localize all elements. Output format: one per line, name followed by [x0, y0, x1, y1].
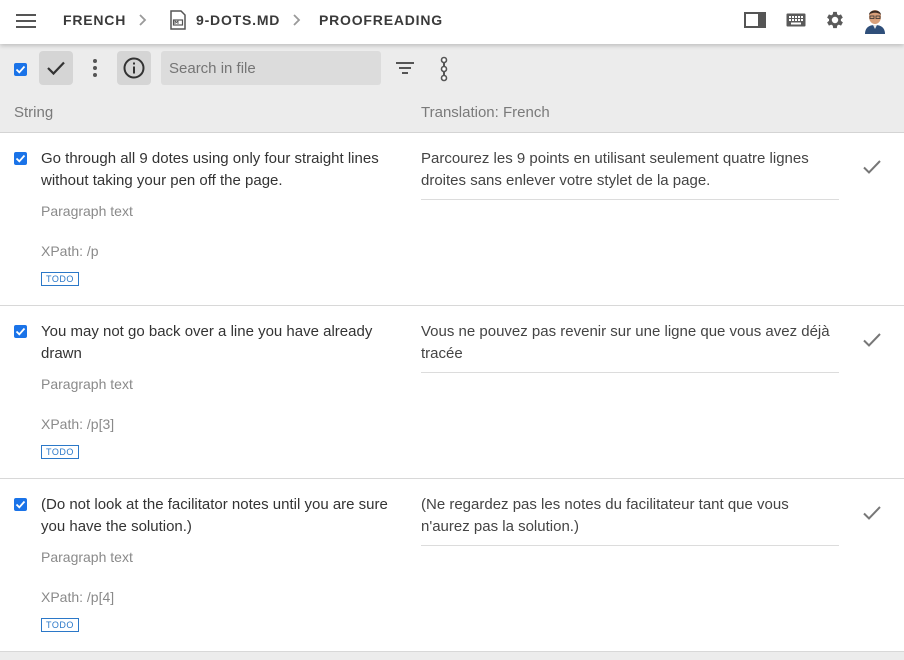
breadcrumb-file[interactable]: 9-DOTS.MD	[196, 12, 280, 28]
info-icon	[123, 57, 145, 79]
xpath-label: XPath: /p	[41, 243, 99, 259]
xpath-label: XPath: /p[4]	[41, 589, 115, 605]
breadcrumb-step[interactable]: PROOFREADING	[319, 12, 443, 28]
markdown-file-icon	[170, 10, 186, 30]
translation-field[interactable]: (Ne regardez pas les notes du facilitate…	[421, 494, 839, 546]
approve-all-button[interactable]	[39, 51, 73, 85]
approve-checkmark-icon[interactable]	[862, 330, 882, 350]
select-all-checkbox[interactable]	[14, 63, 27, 76]
checkmark-icon	[47, 61, 65, 76]
list-bottom-strip	[0, 652, 904, 660]
translation-field[interactable]: Vous ne pouvez pas revenir sur une ligne…	[421, 321, 839, 373]
editor-toolbar	[0, 44, 904, 92]
user-avatar[interactable]	[862, 6, 888, 34]
status-badge: TODO	[41, 618, 79, 632]
status-badge: TODO	[41, 272, 79, 286]
column-header-row: String Translation: French	[0, 92, 904, 133]
top-app-bar: FRENCH 9-DOTS.MD PROOFREADING	[0, 0, 904, 44]
split-segments-icon[interactable]	[436, 56, 452, 82]
hamburger-menu-icon[interactable]	[16, 13, 36, 29]
chevron-right-icon	[293, 14, 301, 26]
row-checkbox[interactable]	[14, 152, 27, 165]
translation-field[interactable]: Parcourez les 9 points en utilisant seul…	[421, 148, 839, 200]
keyboard-icon[interactable]	[786, 13, 806, 27]
column-header-translation: Translation: French	[421, 104, 550, 121]
side-panel-icon[interactable]	[744, 12, 766, 28]
xpath-label: XPath: /p[3]	[41, 416, 115, 432]
segment-row[interactable]: Go through all 9 dotes using only four s…	[0, 133, 904, 306]
row-checkbox[interactable]	[14, 498, 27, 511]
string-type: Paragraph text	[41, 549, 133, 565]
chevron-right-icon	[139, 14, 147, 26]
info-button[interactable]	[117, 51, 151, 85]
vertical-dots-icon	[93, 59, 97, 77]
source-string: (Do not look at the facilitator notes un…	[41, 496, 388, 535]
approve-checkmark-icon[interactable]	[862, 503, 882, 523]
filter-icon[interactable]	[394, 58, 416, 78]
row-checkbox[interactable]	[14, 325, 27, 338]
source-string: Go through all 9 dotes using only four s…	[41, 150, 379, 189]
segment-row[interactable]: (Do not look at the facilitator notes un…	[0, 479, 904, 652]
gear-icon[interactable]	[824, 9, 846, 31]
segment-row[interactable]: You may not go back over a line you have…	[0, 306, 904, 479]
approve-checkmark-icon[interactable]	[862, 157, 882, 177]
string-type: Paragraph text	[41, 203, 133, 219]
more-options-button[interactable]	[78, 51, 112, 85]
string-type: Paragraph text	[41, 376, 133, 392]
search-input[interactable]	[161, 51, 381, 85]
source-string: You may not go back over a line you have…	[41, 323, 373, 362]
column-header-string: String	[14, 104, 54, 121]
breadcrumb-project[interactable]: FRENCH	[63, 12, 126, 28]
status-badge: TODO	[41, 445, 79, 459]
